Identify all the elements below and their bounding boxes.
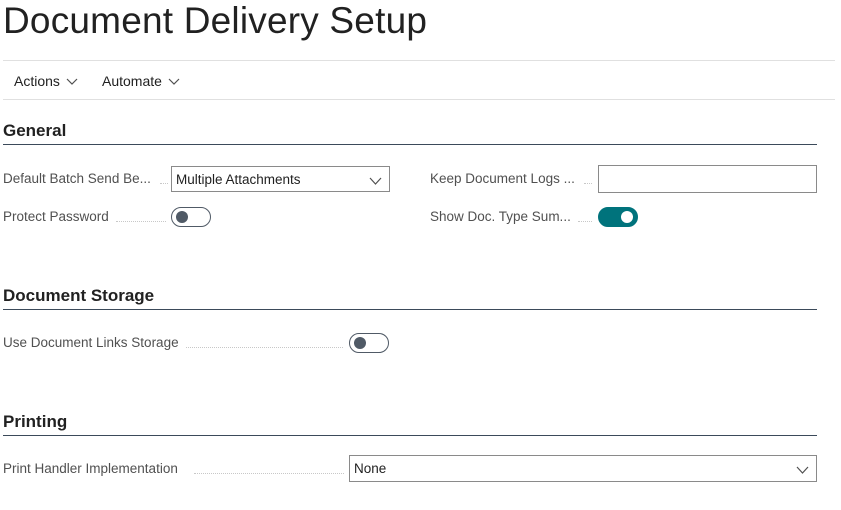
field-leader-dots — [186, 347, 343, 348]
protect-password-label: Protect Password — [3, 209, 109, 224]
toggle-knob — [176, 211, 188, 223]
show-doc-type-summary-toggle[interactable] — [598, 207, 638, 227]
field-leader-dots — [116, 221, 166, 222]
action-bar-top-divider — [3, 60, 835, 61]
keep-document-logs-input[interactable] — [598, 165, 817, 193]
section-divider-document-storage — [3, 309, 817, 310]
chevron-down-icon — [168, 73, 180, 89]
field-leader-dots — [160, 183, 168, 184]
chevron-down-icon — [796, 463, 809, 478]
toggle-knob — [354, 337, 366, 349]
section-divider-general — [3, 144, 817, 145]
section-title-printing[interactable]: Printing — [3, 412, 67, 432]
field-leader-dots — [578, 221, 592, 222]
field-leader-dots — [584, 183, 592, 184]
field-leader-dots — [194, 473, 344, 474]
use-document-links-storage-toggle[interactable] — [349, 333, 389, 353]
section-title-document-storage[interactable]: Document Storage — [3, 286, 154, 306]
use-document-links-storage-label: Use Document Links Storage — [3, 335, 179, 350]
section-title-general[interactable]: General — [3, 121, 66, 141]
print-handler-implementation-select[interactable]: None — [349, 455, 817, 482]
action-bar-bottom-divider — [3, 99, 835, 100]
default-batch-send-label: Default Batch Send Be... — [3, 171, 151, 186]
keep-document-logs-label: Keep Document Logs ... — [430, 171, 575, 186]
actions-menu-label: Actions — [14, 73, 60, 89]
chevron-down-icon — [369, 174, 382, 189]
chevron-down-icon — [66, 73, 78, 89]
print-handler-implementation-label: Print Handler Implementation — [3, 461, 178, 476]
automate-menu-button[interactable]: Automate — [102, 73, 180, 89]
show-doc-type-summary-label: Show Doc. Type Sum... — [430, 209, 571, 224]
section-divider-printing — [3, 435, 817, 436]
protect-password-toggle[interactable] — [171, 207, 211, 227]
automate-menu-label: Automate — [102, 73, 162, 89]
default-batch-send-select[interactable]: Multiple Attachments — [171, 166, 390, 192]
toggle-knob — [621, 211, 633, 223]
actions-menu-button[interactable]: Actions — [14, 73, 78, 89]
print-handler-implementation-value: None — [354, 461, 387, 476]
default-batch-send-value: Multiple Attachments — [176, 171, 301, 187]
page-title: Document Delivery Setup — [3, 0, 428, 41]
